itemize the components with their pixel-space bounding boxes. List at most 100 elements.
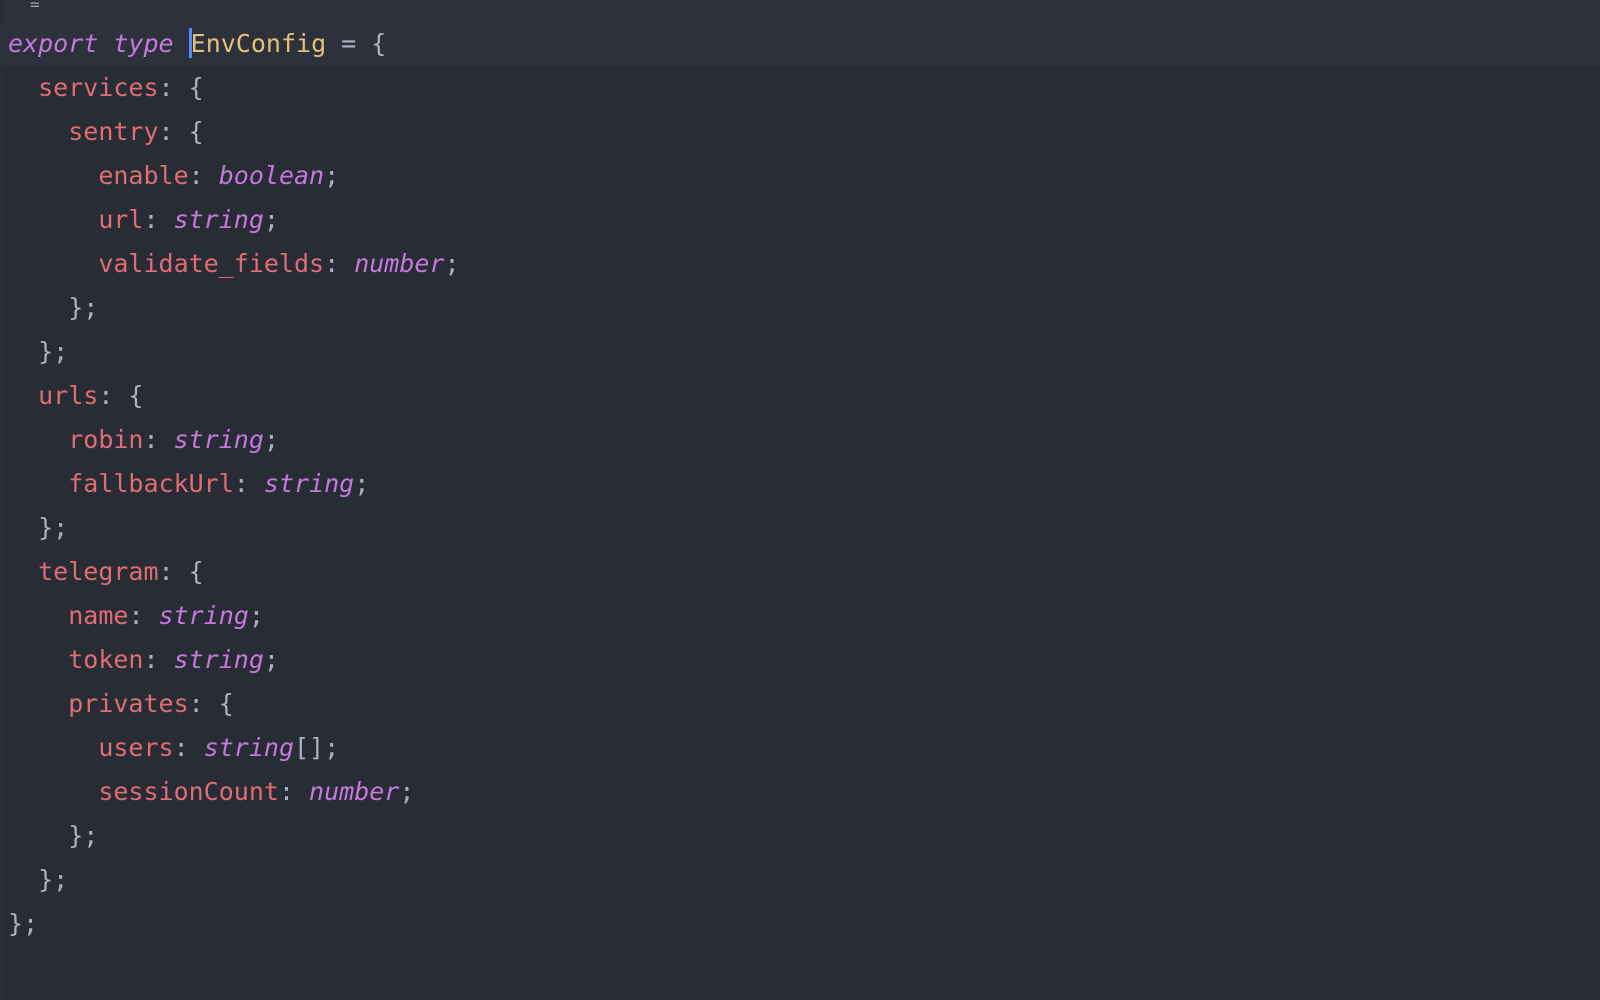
code-token-punc: : bbox=[128, 601, 159, 630]
code-line[interactable]: urls: { bbox=[0, 374, 1600, 418]
code-editor[interactable]: export type EnvConfig = { services: { se… bbox=[0, 22, 1600, 946]
code-token-prop: name bbox=[68, 601, 129, 630]
code-token-punc: ; bbox=[399, 777, 415, 806]
code-line[interactable]: users: string[]; bbox=[0, 726, 1600, 770]
code-line[interactable]: validate_fields: number; bbox=[0, 242, 1600, 286]
code-line[interactable]: sessionCount: number; bbox=[0, 770, 1600, 814]
text-caret bbox=[188, 28, 192, 58]
code-line[interactable]: token: string; bbox=[0, 638, 1600, 682]
code-token-punc: : { bbox=[158, 557, 204, 586]
code-token-punc: }; bbox=[38, 865, 69, 894]
code-token-punc: ; bbox=[354, 469, 370, 498]
code-token-punc: : { bbox=[158, 73, 204, 102]
editor-top-strip: = bbox=[0, 0, 1600, 22]
code-line[interactable]: sentry: { bbox=[0, 110, 1600, 154]
code-line[interactable]: enable: boolean; bbox=[0, 154, 1600, 198]
code-token-punc: ; bbox=[324, 161, 340, 190]
code-line[interactable]: telegram: { bbox=[0, 550, 1600, 594]
code-token-prop: token bbox=[68, 645, 144, 674]
code-token-punc: : bbox=[143, 645, 174, 674]
code-token-typ: string bbox=[173, 425, 264, 454]
code-token-punc: }; bbox=[68, 821, 99, 850]
code-token-punc: ; bbox=[263, 425, 279, 454]
code-line[interactable]: robin: string; bbox=[0, 418, 1600, 462]
code-token-punc: = { bbox=[326, 29, 387, 58]
code-line[interactable]: privates: { bbox=[0, 682, 1600, 726]
code-token-punc: }; bbox=[38, 337, 69, 366]
fold-marker-icon[interactable]: = bbox=[30, 0, 40, 13]
code-token-prop: robin bbox=[68, 425, 144, 454]
code-token-prop: sessionCount bbox=[98, 777, 279, 806]
code-token-punc: ; bbox=[444, 249, 460, 278]
code-line[interactable]: }; bbox=[0, 286, 1600, 330]
code-line[interactable]: export type EnvConfig = { bbox=[0, 22, 1600, 66]
code-token-punc: : { bbox=[158, 117, 204, 146]
code-token-punc: : bbox=[143, 425, 174, 454]
code-token-typ: boolean bbox=[218, 161, 325, 190]
code-token-punc: }; bbox=[8, 909, 39, 938]
code-token-typ: string bbox=[203, 733, 294, 762]
code-token-typ: string bbox=[173, 645, 264, 674]
code-token-typ: string bbox=[173, 205, 264, 234]
code-token-tn: EnvConfig bbox=[190, 29, 327, 58]
code-token-prop: fallbackUrl bbox=[68, 469, 234, 498]
code-line[interactable]: url: string; bbox=[0, 198, 1600, 242]
code-token-punc bbox=[174, 29, 189, 58]
code-line[interactable]: fallbackUrl: string; bbox=[0, 462, 1600, 506]
code-token-prop: urls bbox=[38, 381, 99, 410]
code-token-punc: : bbox=[188, 161, 219, 190]
code-token-prop: users bbox=[98, 733, 174, 762]
code-token-typ: number bbox=[354, 249, 445, 278]
code-line[interactable]: }; bbox=[0, 330, 1600, 374]
code-token-punc: ; bbox=[248, 601, 264, 630]
code-line[interactable]: }; bbox=[0, 506, 1600, 550]
code-line[interactable]: name: string; bbox=[0, 594, 1600, 638]
code-token-prop: services bbox=[38, 73, 159, 102]
code-token-punc: : bbox=[143, 205, 174, 234]
code-token-prop: sentry bbox=[68, 117, 159, 146]
code-token-prop: url bbox=[98, 205, 144, 234]
code-token-prop: enable bbox=[98, 161, 189, 190]
code-line[interactable]: services: { bbox=[0, 66, 1600, 110]
code-token-punc: ; bbox=[263, 205, 279, 234]
code-line[interactable]: }; bbox=[0, 902, 1600, 946]
code-token-typ: number bbox=[309, 777, 400, 806]
code-token-punc: ; bbox=[263, 645, 279, 674]
code-token-punc: }; bbox=[38, 513, 69, 542]
code-token-punc: : bbox=[233, 469, 264, 498]
code-token-prop: privates bbox=[68, 689, 189, 718]
code-token-prop: telegram bbox=[38, 557, 159, 586]
code-token-prop: validate_fields bbox=[98, 249, 325, 278]
code-line[interactable]: }; bbox=[0, 858, 1600, 902]
code-line[interactable]: }; bbox=[0, 814, 1600, 858]
code-token-punc: : { bbox=[98, 381, 144, 410]
code-token-punc: : bbox=[278, 777, 310, 806]
code-token-punc: : bbox=[324, 249, 355, 278]
code-token-punc: []; bbox=[294, 733, 340, 762]
code-token-kw: type bbox=[113, 29, 174, 58]
code-token-kw: export bbox=[8, 29, 99, 58]
code-token-punc bbox=[98, 29, 113, 58]
code-token-punc: }; bbox=[68, 293, 99, 322]
code-token-typ: string bbox=[158, 601, 249, 630]
code-token-punc: : { bbox=[188, 689, 234, 718]
code-token-punc: : bbox=[173, 733, 204, 762]
